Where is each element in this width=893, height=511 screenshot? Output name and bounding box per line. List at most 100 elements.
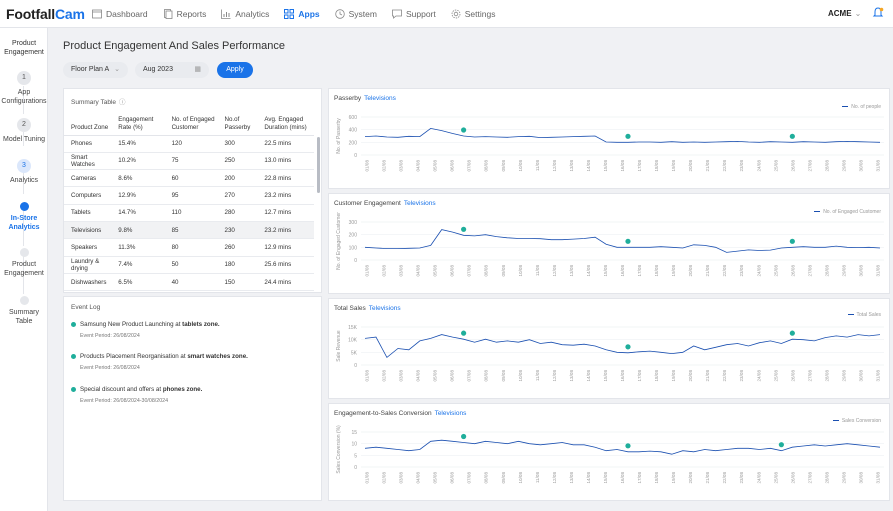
table-cell: 11.3%	[111, 238, 165, 257]
y-tick-label: 10	[351, 442, 357, 448]
event-marker	[789, 133, 795, 139]
x-tick-label: 30/08	[858, 472, 863, 484]
chevron-down-icon: ⌄	[114, 66, 120, 73]
table-cell: 85	[164, 221, 218, 240]
x-tick-label: 26/08	[790, 265, 795, 277]
nav-dashboard[interactable]: Dashboard	[92, 9, 148, 19]
x-tick-label: 28/08	[824, 160, 829, 172]
x-tick-label: 02/08	[382, 265, 387, 277]
x-tick-label: 04/08	[416, 472, 421, 484]
table-scrollbar[interactable]	[317, 137, 320, 193]
y-axis-label: Sales Conversion (%)	[336, 425, 342, 474]
table-cell: 6.5%	[111, 273, 165, 292]
table-cell: Dishwashers	[64, 273, 112, 292]
x-tick-label: 26/08	[790, 472, 795, 484]
table-cell: 300	[217, 135, 258, 153]
nav-system[interactable]: System	[334, 9, 377, 19]
x-tick-label: 04/08	[416, 265, 421, 277]
step-dot	[19, 296, 29, 305]
x-tick-label: 07/08	[467, 370, 472, 382]
x-tick-label: 17/08	[637, 265, 642, 277]
y-tick-label: 0	[354, 153, 357, 159]
event-text: Special discount and offers at	[80, 386, 162, 393]
sidebar-step-product-engagement[interactable]: Product Engagement	[0, 248, 48, 278]
nav-apps[interactable]: Apps	[284, 8, 320, 19]
x-tick-label: 06/08	[450, 265, 455, 277]
table-cell: 270	[217, 186, 258, 205]
x-tick-label: 18/08	[654, 160, 659, 172]
event-marker	[461, 127, 467, 133]
x-tick-label: 16/08	[620, 472, 625, 484]
y-tick-label: 400	[349, 128, 358, 134]
event-item[interactable]: Special discount and offers at phones zo…	[71, 386, 202, 404]
series-line	[364, 334, 881, 359]
table-row[interactable]: Cameras 8.6% 60 200 22.8 mins	[64, 169, 314, 188]
footfallcam-logo[interactable]: FootfallCam	[6, 6, 85, 22]
x-tick-label: 01/08	[365, 160, 370, 172]
table-row[interactable]: Dishwashers 6.5% 40 150 24.4 mins	[64, 273, 314, 292]
x-tick-label: 17/08	[637, 370, 642, 382]
x-tick-label: 02/08	[382, 370, 387, 382]
y-tick-label: 200	[349, 140, 358, 146]
table-row[interactable]: Laundry & drying 7.4% 50 180 25.6 mins	[64, 256, 314, 274]
notification-icon[interactable]	[872, 7, 884, 19]
x-tick-label: 07/08	[467, 265, 472, 277]
table-row[interactable]: Phones 15.4% 120 300 22.5 mins	[64, 135, 314, 153]
account-menu[interactable]: ACME ⌄	[828, 9, 861, 18]
x-tick-label: 03/08	[399, 472, 404, 484]
x-tick-label: 30/08	[858, 160, 863, 172]
apply-button[interactable]: Apply	[217, 62, 253, 78]
analytics-icon	[221, 9, 231, 19]
sidebar-step-analytics[interactable]: 3 Analytics	[0, 159, 48, 185]
event-item[interactable]: Products Placement Reorganisation at sma…	[71, 353, 248, 371]
event-marker	[461, 226, 467, 232]
floor-plan-select[interactable]: Floor Plan A ⌄	[63, 62, 128, 78]
nav-reports[interactable]: Reports	[163, 8, 207, 19]
x-tick-label: 25/08	[773, 265, 778, 277]
event-marker	[789, 238, 795, 244]
info-icon[interactable]: ⓘ	[119, 99, 126, 106]
event-marker	[789, 330, 795, 336]
sidebar-step-summary-table[interactable]: Summary Table	[0, 296, 48, 326]
event-marker	[625, 238, 631, 244]
sidebar-step-app-configurations[interactable]: 1 App Configurations	[0, 71, 48, 106]
summary-table-title: Summary Table ⓘ	[71, 99, 126, 106]
sidebar-step-model-tuning[interactable]: 2 Model Tuning	[0, 118, 48, 144]
apps-icon	[284, 8, 295, 19]
month-picker[interactable]: Aug 2023 ▦	[135, 62, 209, 78]
x-tick-label: 07/08	[467, 160, 472, 172]
event-item[interactable]: Samsung New Product Launching at tablets…	[71, 321, 220, 339]
nav-settings[interactable]: Settings	[451, 9, 495, 19]
table-row[interactable]: Smart Watches 10.2% 75 250 13.0 mins	[64, 152, 314, 171]
y-tick-label: 0	[354, 465, 357, 471]
x-tick-label: 14/08	[586, 160, 591, 172]
step-label: App Configurations	[1, 89, 47, 105]
x-tick-label: 19/08	[671, 265, 676, 277]
x-tick-label: 26/08	[790, 370, 795, 382]
nav-support[interactable]: Support	[392, 9, 436, 19]
table-row[interactable]: Tablets 14.7% 110 280 12.7 mins	[64, 204, 314, 222]
x-tick-label: 16/08	[620, 370, 625, 382]
series-line	[364, 439, 881, 455]
table-row[interactable]: Computers 12.9% 95 270 23.2 mins	[64, 186, 314, 205]
x-tick-label: 27/08	[807, 160, 812, 172]
event-marker	[461, 433, 467, 440]
table-cell: 12.9 mins	[257, 238, 314, 257]
x-tick-label: 16/08	[620, 265, 625, 277]
x-tick-label: 05/08	[433, 472, 438, 484]
x-tick-label: 30/08	[858, 370, 863, 382]
nav-analytics[interactable]: Analytics	[221, 9, 269, 19]
step-label: Product Engagement	[4, 261, 44, 277]
sidebar-step-in-store-analytics[interactable]: In-Store Analytics	[0, 202, 48, 232]
table-cell: 260	[217, 238, 258, 257]
x-tick-label: 08/08	[484, 370, 489, 382]
x-tick-label: 23/08	[739, 472, 744, 484]
event-marker	[625, 344, 631, 350]
table-row[interactable]: Televisions 9.8% 85 230 23.2 mins	[64, 221, 314, 240]
table-cell: 180	[217, 256, 258, 274]
x-tick-label: 08/08	[484, 160, 489, 172]
y-axis-label: Sale Revenue	[336, 330, 342, 362]
floor-plan-value: Floor Plan A	[71, 66, 110, 73]
nav-label: Reports	[176, 8, 207, 19]
table-row[interactable]: Speakers 11.3% 80 260 12.9 mins	[64, 238, 314, 257]
